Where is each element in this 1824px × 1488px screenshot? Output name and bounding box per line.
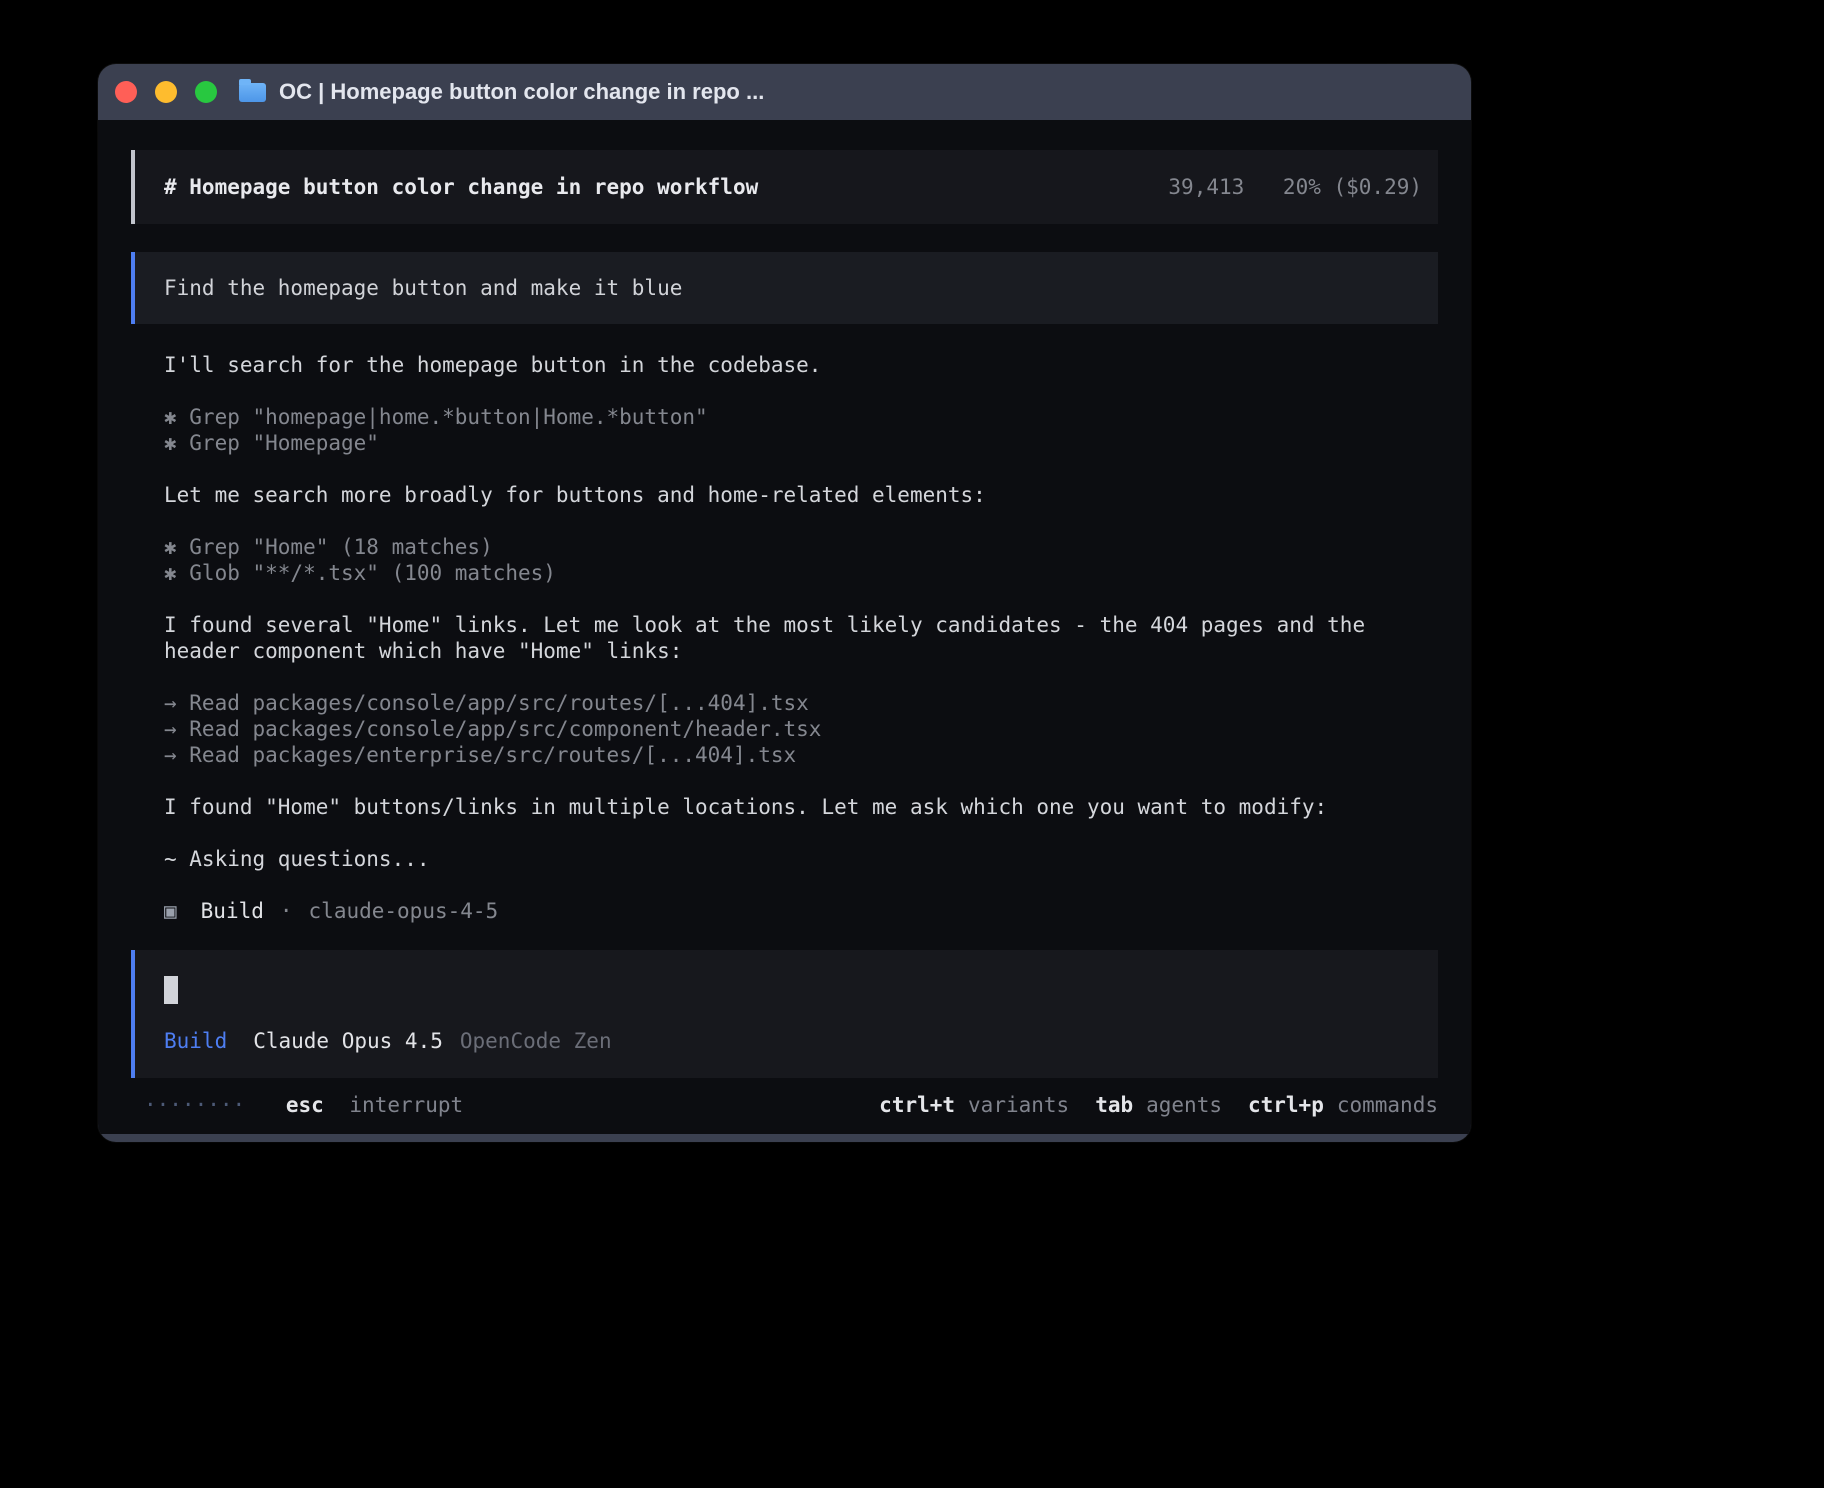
token-count: 39,413 xyxy=(1168,175,1244,199)
status-bar-left: ········ esc interrupt xyxy=(144,1092,463,1118)
window-title: OC | Homepage button color change in rep… xyxy=(279,79,764,105)
app-window: OC | Homepage button color change in rep… xyxy=(98,64,1471,1142)
prompt-input[interactable]: Build Claude Opus 4.5 OpenCode Zen xyxy=(131,950,1438,1078)
status-bar: ········ esc interrupt ctrl+t variants ta… xyxy=(131,1092,1438,1118)
tool-call-glob: ✱ Glob "**/*.tsx" (100 matches) xyxy=(164,560,1438,586)
tab-key-label: agents xyxy=(1146,1093,1222,1117)
assistant-status-text: ~ Asking questions... xyxy=(164,846,1438,872)
hint-commands: ctrl+p commands xyxy=(1248,1092,1438,1118)
ctrl-p-key-label: commands xyxy=(1337,1093,1438,1117)
input-meta: Build Claude Opus 4.5 OpenCode Zen xyxy=(164,1028,1422,1054)
session-header: # Homepage button color change in repo w… xyxy=(131,150,1438,224)
context-usage: 20% ($0.29) xyxy=(1283,175,1422,199)
tool-call-grep: ✱ Grep "homepage|home.*button|Home.*butt… xyxy=(164,404,1438,430)
agent-separator: · xyxy=(280,898,293,924)
traffic-lights xyxy=(115,81,235,103)
tool-call-read: → Read packages/enterprise/src/routes/[.… xyxy=(164,742,1438,768)
tool-call-grep: ✱ Grep "Homepage" xyxy=(164,430,1438,456)
ctrl-t-key-hint: ctrl+t xyxy=(879,1093,955,1117)
assistant-text: I found several "Home" links. Let me loo… xyxy=(164,612,1438,664)
tool-call-read: → Read packages/console/app/src/routes/[… xyxy=(164,690,1438,716)
assistant-text: Let me search more broadly for buttons a… xyxy=(164,482,1438,508)
tool-call-grep: ✱ Grep "Home" (18 matches) xyxy=(164,534,1438,560)
agent-name: Build xyxy=(201,898,264,924)
esc-key-label: interrupt xyxy=(349,1093,463,1117)
spinner-dots: ········ xyxy=(144,1093,245,1117)
user-message-text: Find the homepage button and make it blu… xyxy=(164,276,682,300)
tool-call-read: → Read packages/console/app/src/componen… xyxy=(164,716,1438,742)
assistant-text: I'll search for the homepage button in t… xyxy=(164,352,1438,378)
session-title: # Homepage button color change in repo w… xyxy=(164,174,758,200)
text-cursor xyxy=(164,976,178,1004)
assistant-text: I found "Home" buttons/links in multiple… xyxy=(164,794,1438,820)
close-window-button[interactable] xyxy=(115,81,137,103)
input-model-label: Claude Opus 4.5 xyxy=(253,1028,443,1054)
minimize-window-button[interactable] xyxy=(155,81,177,103)
user-message: Find the homepage button and make it blu… xyxy=(131,252,1438,324)
tab-key-hint: tab xyxy=(1095,1093,1133,1117)
hint-agents: tab agents xyxy=(1095,1092,1222,1118)
session-stats: 39,413 20% ($0.29) xyxy=(1168,174,1422,200)
ctrl-p-key-hint: ctrl+p xyxy=(1248,1093,1324,1117)
input-mode-label: Build xyxy=(164,1028,227,1054)
zoom-window-button[interactable] xyxy=(195,81,217,103)
ctrl-t-key-label: variants xyxy=(968,1093,1069,1117)
terminal-content: # Homepage button color change in repo w… xyxy=(98,120,1471,1134)
esc-key-hint: esc xyxy=(286,1093,324,1117)
input-provider-label: OpenCode Zen xyxy=(460,1028,612,1054)
status-bar-right: ctrl+t variants tab agents ctrl+p commands xyxy=(879,1092,1438,1118)
hint-variants: ctrl+t variants xyxy=(879,1092,1069,1118)
titlebar: OC | Homepage button color change in rep… xyxy=(98,64,1471,120)
agent-status: ▣ Build · claude-opus-4-5 xyxy=(131,898,1438,924)
folder-icon xyxy=(239,83,266,102)
agent-model: claude-opus-4-5 xyxy=(309,898,499,924)
agent-square-icon: ▣ xyxy=(164,898,177,924)
